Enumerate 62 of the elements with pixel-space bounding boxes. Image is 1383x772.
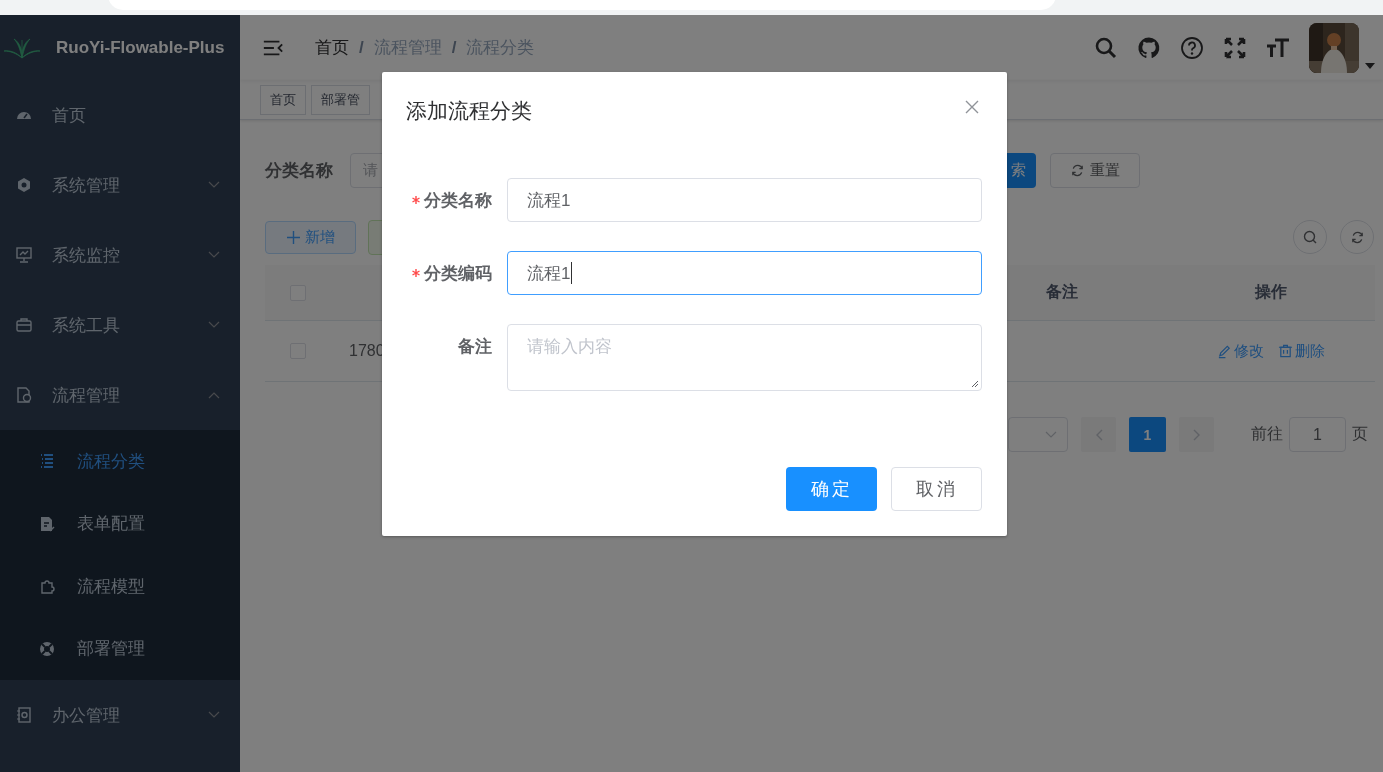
column-header: 操作: [1254, 282, 1287, 302]
chevron-left-icon: [1094, 428, 1103, 441]
chevron-down-icon: [1045, 430, 1057, 439]
menu-item[interactable]: 首页: [0, 80, 240, 150]
textarea-field[interactable]: 请输入内容: [507, 324, 982, 391]
help-icon[interactable]: [1180, 35, 1204, 60]
plus-icon: [286, 230, 300, 244]
caret-icon[interactable]: [1365, 62, 1375, 69]
submenu-item[interactable]: 表单配置: [0, 492, 240, 555]
menu-item[interactable]: 系统监控: [0, 220, 240, 290]
dialog-title: 添加流程分类: [406, 98, 532, 124]
column-header: 备注: [1046, 282, 1078, 302]
breadcrumb-separator: /: [359, 37, 364, 58]
menu-item[interactable]: 系统管理: [0, 150, 240, 220]
monitor-icon: [15, 246, 33, 264]
input-field[interactable]: 流程1: [507, 178, 982, 222]
gear-icon: [15, 176, 33, 194]
breadcrumb-link[interactable]: 首页: [315, 36, 349, 59]
document-icon: [15, 386, 33, 404]
refresh-icon: [1070, 164, 1084, 177]
field-label: 分类名称: [265, 160, 334, 182]
submenu-item[interactable]: 部署管理: [0, 617, 240, 680]
github-icon[interactable]: [1137, 35, 1161, 60]
action-link[interactable]: 删除: [1277, 341, 1325, 361]
tab-tag[interactable]: 首页: [260, 84, 306, 115]
puzzle-icon: [38, 577, 56, 596]
leaf-logo-icon: [4, 36, 40, 59]
trash-icon: [1277, 343, 1293, 359]
list-icon: [38, 452, 56, 471]
search-icon[interactable]: [1094, 35, 1118, 60]
app-title: RuoYi-Flowable-Plus: [56, 37, 225, 58]
page-suffix: 页: [1352, 424, 1368, 444]
notebook-icon: [15, 706, 33, 724]
page-input[interactable]: 1: [1289, 417, 1346, 452]
menu-item[interactable]: 系统工具: [0, 290, 240, 360]
edit-icon: [1216, 343, 1232, 359]
resize-handle-icon[interactable]: [971, 380, 979, 388]
field-label: 分类编码: [424, 262, 492, 285]
toolbox-icon: [15, 316, 33, 334]
submenu-item[interactable]: 流程模型: [0, 555, 240, 618]
chevron-right-icon: [1192, 428, 1201, 441]
field-label: 备注: [458, 335, 492, 358]
input-field[interactable]: 流程1: [507, 251, 982, 295]
field-label: 分类名称: [424, 189, 492, 212]
reset-button[interactable]: 重置: [1050, 153, 1140, 188]
add-button[interactable]: 新增: [265, 220, 356, 254]
menu-item[interactable]: 办公管理: [0, 680, 240, 750]
submenu-item[interactable]: 流程分类: [0, 430, 240, 493]
confirm-button[interactable]: 确定: [786, 467, 877, 511]
page-button[interactable]: 1: [1129, 417, 1166, 452]
lifebuoy-icon: [38, 639, 56, 658]
menu-item[interactable]: 流程管理: [0, 360, 240, 430]
action-link[interactable]: 修改: [1216, 341, 1264, 361]
close-icon[interactable]: [965, 100, 979, 114]
tab-tag[interactable]: 部署管: [311, 84, 370, 115]
goto-label: 前往: [1251, 424, 1283, 444]
refresh-icon: [1350, 230, 1364, 244]
form-icon: [38, 514, 56, 533]
cancel-button[interactable]: 取消: [891, 467, 982, 511]
breadcrumb-separator: /: [451, 37, 457, 58]
fullscreen-icon[interactable]: [1223, 35, 1247, 60]
search-icon: [1303, 230, 1317, 244]
